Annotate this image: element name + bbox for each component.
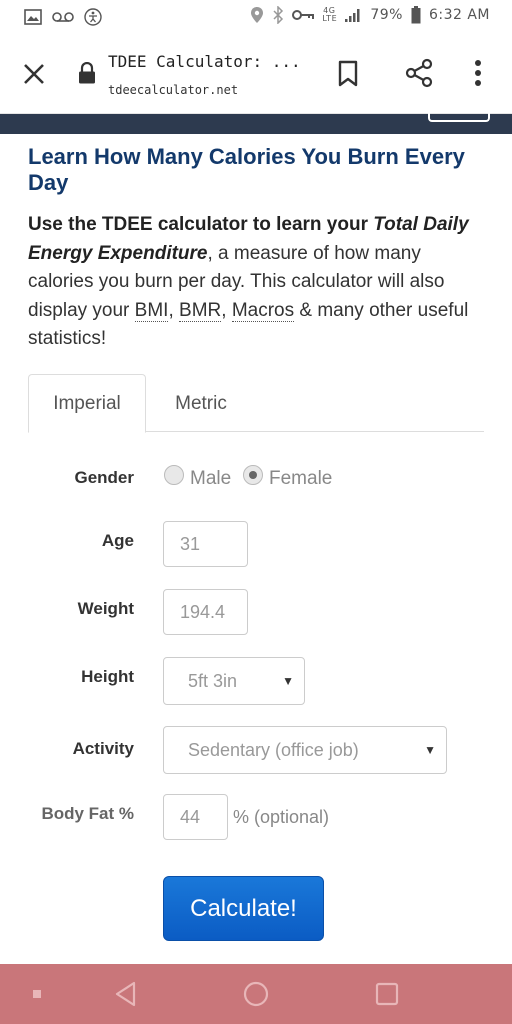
close-icon[interactable] xyxy=(20,60,48,88)
male-radio[interactable] xyxy=(164,465,184,485)
height-select[interactable]: 5ft 3in ▼ xyxy=(163,657,305,705)
headline: Learn How Many Calories You Burn Every D… xyxy=(28,144,465,195)
intro-lead: Use the TDEE calculator to learn your xyxy=(28,214,374,235)
location-icon xyxy=(251,7,264,23)
age-label: Age xyxy=(101,531,134,550)
dropdown-arrow-icon: ▼ xyxy=(424,743,436,757)
status-right-icons: 4G LTE 79% 6:32 AM xyxy=(250,6,490,24)
status-left-icons xyxy=(24,8,102,26)
image-icon xyxy=(24,9,42,25)
home-icon[interactable] xyxy=(243,981,269,1007)
back-icon[interactable] xyxy=(114,981,138,1007)
activity-select-value: Sedentary (office job) xyxy=(188,739,359,760)
female-radio-label[interactable]: Female xyxy=(269,468,332,490)
weight-label: Weight xyxy=(77,599,134,618)
tab-imperial[interactable]: Imperial xyxy=(28,374,146,433)
signal-icon xyxy=(345,9,360,22)
intro-paragraph: Use the TDEE calculator to learn your To… xyxy=(28,211,488,354)
bluetooth-icon xyxy=(273,6,284,24)
gender-label: Gender xyxy=(74,468,134,487)
dropdown-arrow-icon: ▼ xyxy=(282,674,294,688)
bodyfat-input[interactable]: 44 xyxy=(163,794,228,840)
macros-link[interactable]: Macros xyxy=(231,299,295,322)
bookmark-icon[interactable] xyxy=(336,60,360,88)
site-header-strip xyxy=(0,108,512,134)
recent-apps-icon[interactable] xyxy=(375,982,399,1006)
page-url[interactable]: tdeecalculator.net xyxy=(108,83,238,97)
system-nav-bar xyxy=(0,964,512,1024)
accessibility-icon xyxy=(84,8,102,26)
vpn-key-icon xyxy=(292,10,315,20)
age-input[interactable]: 31 xyxy=(163,521,248,567)
intro-comma: , xyxy=(168,299,180,321)
tab-metric[interactable]: Metric xyxy=(146,374,256,433)
weight-input[interactable]: 194.4 xyxy=(163,589,248,635)
browser-toolbar: TDEE Calculator: ... tdeecalculator.net xyxy=(0,36,512,114)
share-icon[interactable] xyxy=(404,58,434,88)
calculate-button[interactable]: Calculate! xyxy=(163,876,324,941)
bodyfat-hint: % (optional) xyxy=(233,807,330,827)
menu-toggle-button[interactable] xyxy=(428,108,490,122)
bmi-link[interactable]: BMI xyxy=(134,299,169,322)
male-radio-label[interactable]: Male xyxy=(190,468,231,490)
bodyfat-label: Body Fat % xyxy=(41,804,134,823)
activity-label: Activity xyxy=(72,739,134,758)
lock-icon xyxy=(79,62,95,84)
height-label: Height xyxy=(81,667,134,686)
intro-comma-2: , xyxy=(221,299,232,321)
status-bar: 4G LTE 79% 6:32 AM xyxy=(0,0,512,36)
voicemail-icon xyxy=(52,12,74,22)
network-type: 4G LTE xyxy=(322,6,338,23)
height-select-value: 5ft 3in xyxy=(188,670,238,691)
battery-icon xyxy=(411,6,421,24)
bmr-link[interactable]: BMR xyxy=(179,299,222,322)
more-vertical-icon[interactable] xyxy=(470,58,486,88)
activity-select[interactable]: Sedentary (office job) ▼ xyxy=(163,726,447,774)
battery-percent: 79% xyxy=(370,7,403,23)
clock: 6:32 AM xyxy=(428,7,490,23)
female-radio[interactable] xyxy=(243,465,263,485)
page-title: TDEE Calculator: ... xyxy=(108,52,301,71)
nav-indicator xyxy=(33,990,41,998)
unit-tabs: Imperial Metric xyxy=(28,374,484,433)
